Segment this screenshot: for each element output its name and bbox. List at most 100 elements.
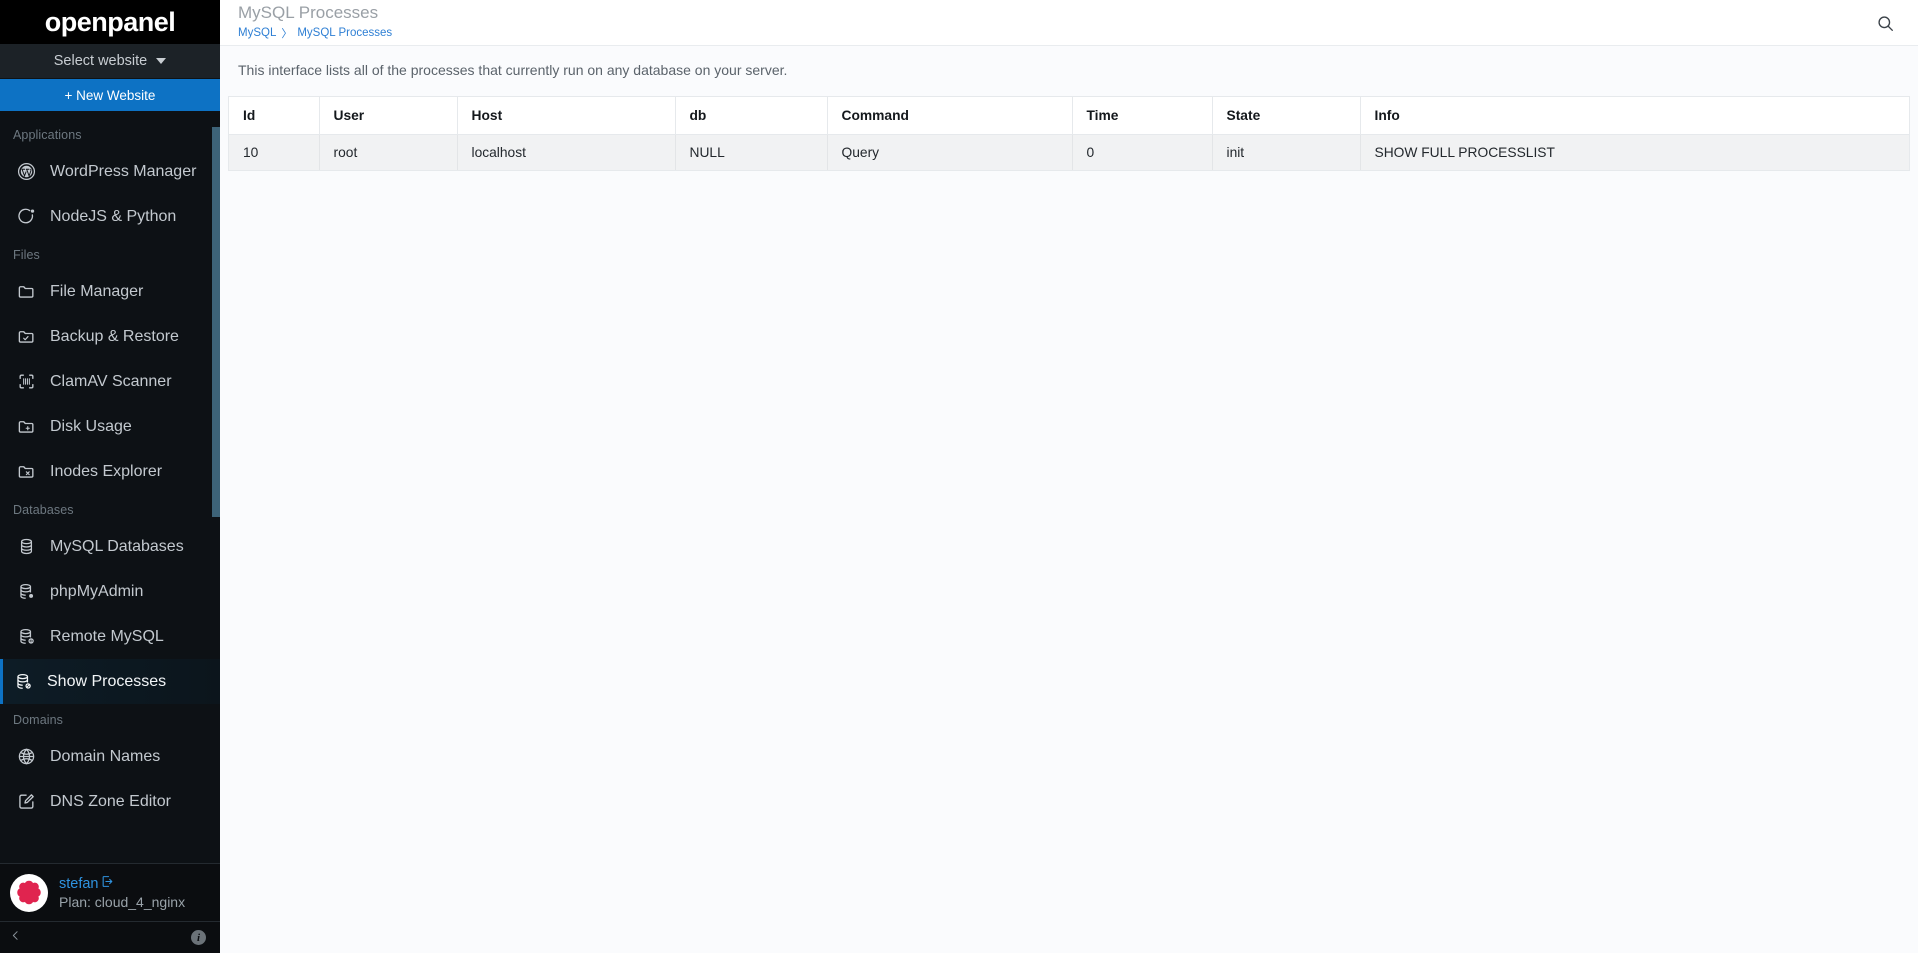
sidebar-item-label: DNS Zone Editor [50,792,171,810]
sidebar-item-inodes-explorer[interactable]: Inodes Explorer [0,449,220,494]
cell-host: localhost [457,134,676,170]
chevron-left-icon[interactable] [9,927,22,948]
column-header-user[interactable]: User [319,97,458,135]
cell-command: Query [827,134,1073,170]
new-website-label: + New Website [64,87,156,103]
app-root: openpanel Select website + New Website A… [0,0,1918,953]
node-python-icon [16,207,36,227]
column-header-info[interactable]: Info [1360,97,1910,135]
column-header-state[interactable]: State [1212,97,1361,135]
scan-icon [16,372,36,392]
avatar [10,873,48,912]
user-name-row[interactable]: stefan [59,875,185,892]
nav-section-domains-label: Domains [13,713,64,727]
sidebar-item-label: Disk Usage [50,417,132,435]
table-head: Id User Host db Command Time State Info [229,97,1910,135]
sidebar-item-clamav-scanner[interactable]: ClamAV Scanner [0,359,220,404]
sidebar-item-label: phpMyAdmin [50,582,144,600]
folder-x-icon [16,462,36,482]
cell-id: 10 [229,134,320,170]
nav-section-files-label: Files [13,248,40,262]
sidebar-item-domain-names[interactable]: Domain Names [0,734,220,779]
sidebar-item-label: Show Processes [47,672,167,690]
sidebar-item-label: MySQL Databases [50,537,184,555]
page-title: MySQL Processes [238,3,379,22]
edit-square-icon [16,792,36,812]
wordpress-icon [16,162,36,182]
cell-user: root [319,134,458,170]
chevron-down-icon [156,58,167,64]
sidebar-item-nodejs-python[interactable]: NodeJS & Python [0,194,220,239]
user-profile[interactable]: stefan Plan: cloud_4_nginx [0,863,220,921]
breadcrumb-item-mysql[interactable]: MySQL [238,27,276,39]
sidebar-item-label: WordPress Manager [50,162,197,180]
table-row[interactable]: 10 root localhost NULL Query 0 init SHOW… [229,134,1910,170]
sidebar-scrollbar[interactable] [212,111,220,863]
database-icon [16,537,36,557]
table-header-row: Id User Host db Command Time State Info [229,97,1910,135]
sidebar-item-label: Domain Names [50,747,161,765]
nav-section-databases-label: Databases [13,503,74,517]
cell-info: SHOW FULL PROCESSLIST [1360,134,1910,170]
database-ban-icon [13,672,33,692]
sidebar-item-label: NodeJS & Python [50,207,177,225]
nav-section-applications-label: Applications [13,128,82,142]
folder-check-icon [16,327,36,347]
sidebar-item-label: File Manager [50,282,144,300]
website-selector-label: Select website [53,53,148,69]
cell-db: NULL [675,134,828,170]
sidebar-nav: Applications WordPress Manager NodeJS & … [0,111,220,824]
sidebar-item-show-processes[interactable]: Show Processes [0,659,220,704]
sidebar-item-wordpress-manager[interactable]: WordPress Manager [0,149,220,194]
sidebar: openpanel Select website + New Website A… [0,0,220,953]
sidebar-item-label: Inodes Explorer [50,462,163,480]
column-header-db[interactable]: db [675,97,828,135]
sidebar-item-remote-mysql[interactable]: Remote MySQL [0,614,220,659]
sidebar-item-label: Backup & Restore [50,327,179,345]
folder-plus-icon [16,417,36,437]
top-bar: MySQL Processes MySQL 〉 MySQL Processes [220,0,1918,46]
sidebar-bottom-bar: i [0,921,220,953]
globe-icon [16,747,36,767]
brand-name: openpanel [44,6,176,37]
column-header-host[interactable]: Host [457,97,676,135]
website-selector[interactable]: Select website [0,44,220,79]
cell-state: init [1212,134,1361,170]
user-meta: stefan Plan: cloud_4_nginx [59,875,186,911]
title-block: MySQL Processes MySQL 〉 MySQL Processes [238,2,392,41]
column-header-time[interactable]: Time [1072,97,1213,135]
sidebar-nav-scroll-area: Applications WordPress Manager NodeJS & … [0,111,220,863]
column-header-id[interactable]: Id [229,97,320,135]
cell-time: 0 [1072,134,1213,170]
column-header-command[interactable]: Command [827,97,1073,135]
sidebar-scrollbar-thumb[interactable] [212,127,220,517]
avatar-badge-icon [12,875,46,910]
intro-text: This interface lists all of the processe… [238,62,788,78]
sidebar-item-label: Remote MySQL [50,627,164,645]
user-name: stefan [59,875,99,892]
new-website-button[interactable]: + New Website [0,79,220,111]
main-area: MySQL Processes MySQL 〉 MySQL Processes … [220,0,1918,953]
user-plan: Plan: cloud_4_nginx [59,894,186,910]
sidebar-item-file-manager[interactable]: File Manager [0,269,220,314]
sidebar-item-backup-restore[interactable]: Backup & Restore [0,314,220,359]
sidebar-item-phpmyadmin[interactable]: phpMyAdmin [0,569,220,614]
sidebar-item-dns-zone-editor[interactable]: DNS Zone Editor [0,779,220,824]
database-info-icon [16,627,36,647]
table-body: 10 root localhost NULL Query 0 init SHOW… [229,134,1910,170]
processes-table-container: Id User Host db Command Time State Info [228,96,1911,171]
content-area: This interface lists all of the processe… [220,46,1918,953]
info-icon[interactable]: i [191,930,206,945]
breadcrumb: MySQL 〉 MySQL Processes [238,25,392,41]
processes-table: Id User Host db Command Time State Info [229,97,1910,170]
search-icon[interactable] [1874,12,1896,34]
breadcrumb-separator: 〉 [281,28,293,40]
sidebar-item-mysql-databases[interactable]: MySQL Databases [0,524,220,569]
breadcrumb-item-mysql-processes[interactable]: MySQL Processes [297,27,392,39]
logout-icon[interactable] [101,875,114,892]
brand-logo[interactable]: openpanel [0,0,220,44]
sidebar-item-label: ClamAV Scanner [50,372,172,390]
folder-icon [16,282,36,302]
sidebar-item-disk-usage[interactable]: Disk Usage [0,404,220,449]
database-cog-icon [16,582,36,602]
